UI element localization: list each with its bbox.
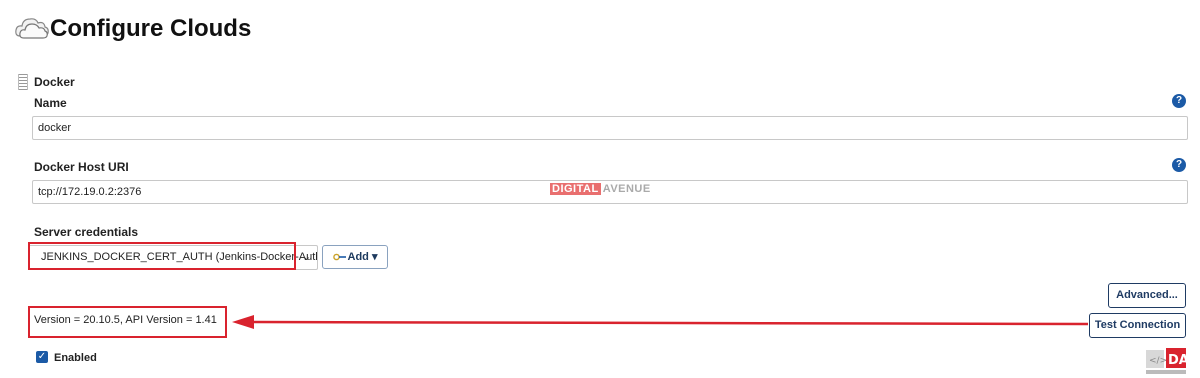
server-credentials-label: Server credentials (34, 225, 139, 239)
advanced-button[interactable]: Advanced... (1108, 283, 1186, 308)
credentials-highlight-box (28, 242, 296, 270)
chevron-down-icon: ⌄ (302, 251, 312, 263)
watermark-part-2: AVENUE (602, 183, 651, 195)
caret-down-icon: ▾ (371, 251, 378, 263)
watermark-part-1: DIGITAL (550, 183, 601, 195)
cloud-icon (15, 18, 49, 39)
add-credentials-button[interactable]: Add ▾ (322, 245, 388, 269)
logo-icon: </> DA (1146, 348, 1186, 374)
section-title: Docker (34, 75, 75, 89)
svg-text:</>: </> (1149, 356, 1167, 366)
name-field[interactable] (32, 116, 1188, 140)
name-label: Name (34, 96, 67, 110)
key-icon (332, 253, 346, 261)
page-title: Configure Clouds (50, 15, 252, 42)
svg-text:DA: DA (1168, 353, 1186, 368)
test-connection-button[interactable]: Test Connection (1089, 313, 1186, 338)
help-icon[interactable]: ? (1172, 158, 1186, 172)
annotation-arrow (232, 315, 1089, 329)
help-icon[interactable]: ? (1172, 94, 1186, 108)
add-button-label: Add (347, 251, 369, 263)
watermark: DIGITAL AVENUE (550, 183, 651, 195)
enabled-label: Enabled (54, 352, 97, 364)
drag-handle[interactable] (18, 74, 28, 90)
docker-host-uri-label: Docker Host URI (34, 160, 129, 174)
version-status-text: Version = 20.10.5, API Version = 1.41 (34, 314, 217, 326)
enabled-checkbox[interactable]: ✓ (36, 351, 48, 363)
